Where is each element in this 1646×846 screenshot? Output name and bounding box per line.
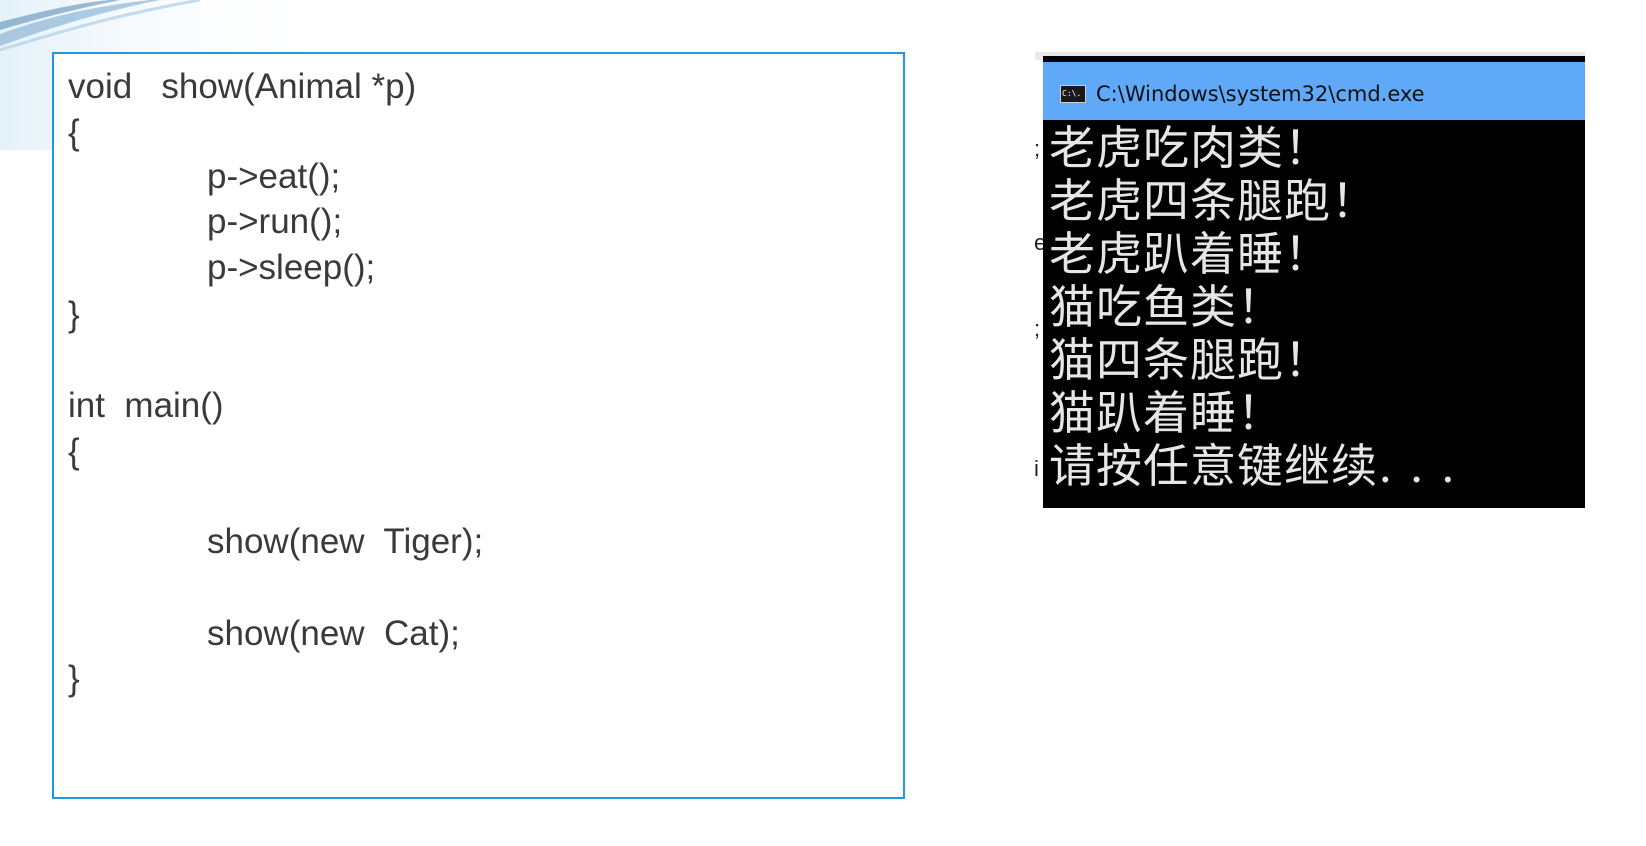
code-line: } xyxy=(68,295,80,334)
console-title: C:\Windows\system32\cmd.exe xyxy=(1096,82,1425,106)
console-output: 老虎吃肉类！ 老虎四条腿跑！ 老虎趴着睡！ 猫吃鱼类！ 猫四条腿跑！ 猫趴着睡！… xyxy=(1049,122,1585,508)
code-line: void show(Animal *p) xyxy=(68,67,417,106)
cmd-icon: C:\. xyxy=(1060,85,1086,103)
console-line: 老虎吃肉类！ xyxy=(1049,122,1331,175)
console-line: 猫四条腿跑！ xyxy=(1049,333,1331,387)
code-line: } xyxy=(68,659,80,698)
console-line: 老虎趴着睡！ xyxy=(1049,227,1331,281)
code-line: p->eat(); xyxy=(207,157,341,196)
code-line: { xyxy=(68,432,80,471)
console-titlebar[interactable]: C:\. C:\Windows\system32\cmd.exe xyxy=(1043,62,1585,120)
code-line: show(new Tiger); xyxy=(207,522,484,561)
code-line: p->sleep(); xyxy=(207,248,376,287)
code-panel: void show(Animal *p) { p->eat(); p->run(… xyxy=(52,52,905,799)
console-line: 猫吃鱼类！ xyxy=(1049,280,1284,334)
console-line: 请按任意键继续. . . xyxy=(1049,439,1457,493)
code-line: show(new Cat); xyxy=(207,614,460,653)
console-line: 老虎四条腿跑！ xyxy=(1049,174,1378,228)
code-line: int main() xyxy=(68,386,224,425)
code-line: p->run(); xyxy=(207,202,343,241)
console-line: 猫趴着睡！ xyxy=(1049,386,1284,440)
code-line: { xyxy=(68,113,80,152)
console-window[interactable]: C:\. C:\Windows\system32\cmd.exe 老虎吃肉类！ … xyxy=(1043,56,1585,508)
